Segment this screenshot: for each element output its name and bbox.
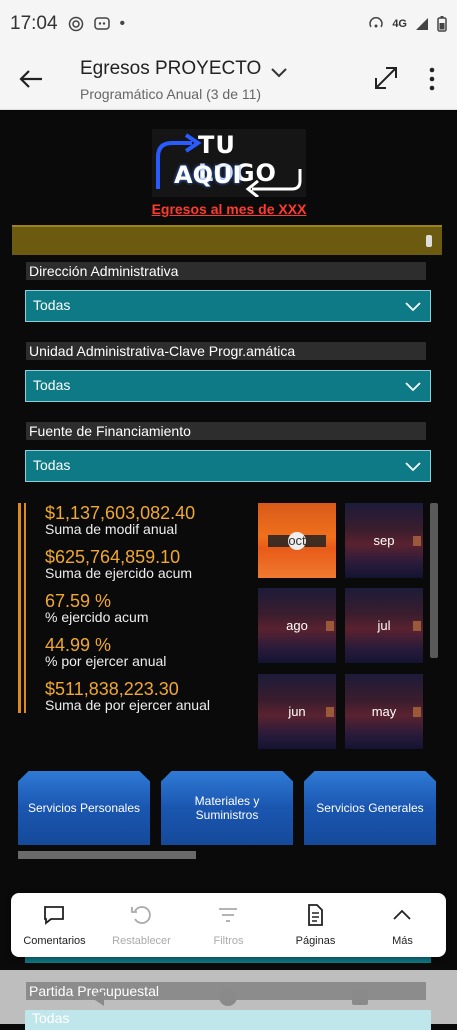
expand-icon[interactable] — [372, 64, 400, 92]
menu-label: Filtros — [213, 935, 244, 947]
kpi-label: % por ejercer anual — [45, 653, 167, 669]
app-icon — [93, 17, 110, 30]
comments-button[interactable]: Comentarios — [11, 893, 98, 957]
kpi-card: $1,137,603,082.40 Suma de modif anual $6… — [18, 503, 248, 713]
chevron-down-icon[interactable] — [268, 62, 290, 82]
header-band — [12, 225, 442, 255]
reset-icon — [131, 906, 151, 924]
category-button-servicios-generales[interactable]: Servicios Generales — [304, 771, 436, 845]
more-vert-icon[interactable] — [422, 66, 442, 92]
month-tile-jun[interactable]: jun — [258, 674, 336, 749]
dot-icon: • — [119, 15, 126, 32]
kpi-label: Suma de modif anual — [45, 521, 178, 537]
month-scrollbar[interactable] — [430, 503, 438, 658]
month-label: ago — [286, 618, 308, 633]
month-label: oct — [288, 533, 306, 548]
filter-value: Todas — [33, 297, 71, 313]
month-label: jul — [377, 618, 391, 633]
reset-button[interactable]: Restablecer — [98, 893, 185, 957]
chevron-down-icon — [405, 302, 421, 312]
report-canvas: TU LOGO AQUI Egresos al mes de XXX Direc… — [0, 111, 457, 1024]
status-bar: 17:04 • 4G — [0, 0, 457, 48]
logo: TU LOGO AQUI — [152, 129, 306, 199]
signal-icon — [416, 18, 428, 30]
chevron-down-icon — [405, 462, 421, 472]
chevron-up-icon — [393, 909, 411, 920]
filters-button[interactable]: Filtros — [185, 893, 272, 957]
menu-label: Restablecer — [112, 935, 171, 947]
status-right: 4G — [368, 16, 447, 32]
month-tile-ago[interactable]: ago — [258, 588, 336, 663]
category-button-materiales[interactable]: Materiales y Suministros — [161, 771, 293, 845]
page-subtitle: Programático Anual (3 de 11) — [80, 86, 262, 102]
filter-value: Todas — [33, 457, 71, 473]
pages-icon — [308, 904, 323, 926]
pages-button[interactable]: Páginas — [272, 893, 359, 957]
month-label: may — [371, 704, 397, 719]
category-label: Servicios Generales — [316, 801, 424, 815]
kpi-label: % ejercido acum — [45, 609, 149, 625]
nav-recents-icon[interactable] — [352, 989, 368, 1005]
notification-icons: • — [68, 15, 126, 33]
logo-line2: AQUI — [174, 161, 242, 189]
bottom-action-bar: Comentarios Restablecer Filtros Páginas … — [11, 893, 446, 957]
month-tile-oct[interactable]: oct — [258, 503, 336, 578]
filter-value: Todas — [33, 377, 71, 393]
filter-select-fuente[interactable]: Todas — [25, 450, 431, 482]
report-header-link[interactable]: Egresos al mes de XXX — [145, 201, 313, 217]
filter-label-unidad: Unidad Administrativa-Clave Progr.amátic… — [26, 342, 426, 360]
filter-select-partida[interactable]: Todas — [25, 1010, 431, 1030]
month-tile-jul[interactable]: jul — [345, 588, 423, 663]
fingerprint-icon — [68, 16, 83, 32]
band-scroll-knob[interactable] — [426, 235, 432, 247]
kpi-label: Suma de por ejercer anual — [45, 697, 210, 713]
month-label: sep — [373, 533, 395, 548]
filter-select-partial — [25, 957, 431, 963]
kpi-label: Suma de ejercido acum — [45, 565, 193, 581]
filter-label-direccion: Dirección Administrativa — [26, 262, 426, 280]
more-button[interactable]: Más — [359, 893, 446, 957]
filter-select-direccion[interactable]: Todas — [25, 290, 431, 322]
filter-label-fuente: Fuente de Financiamiento — [26, 422, 426, 440]
nav-back-icon[interactable] — [88, 988, 108, 1008]
category-label: Servicios Personales — [27, 801, 141, 815]
nav-home-icon[interactable] — [219, 988, 237, 1006]
category-button-servicios-personales[interactable]: Servicios Personales — [18, 771, 150, 845]
month-tile-sep[interactable]: sep — [345, 503, 423, 578]
filter-select-unidad[interactable]: Todas — [25, 370, 431, 402]
report-title[interactable]: Egresos PROYECTO — [80, 58, 261, 80]
category-scrollbar[interactable] — [18, 851, 196, 859]
kpi-accent-line — [24, 503, 26, 713]
hotspot-icon — [369, 17, 384, 28]
menu-label: Más — [392, 935, 413, 947]
month-tile-may[interactable]: may — [345, 674, 423, 749]
battery-icon — [437, 16, 447, 32]
menu-label: Comentarios — [23, 935, 86, 947]
category-label: Materiales y Suministros — [194, 794, 260, 822]
comment-icon — [44, 906, 64, 925]
back-arrow-icon[interactable] — [16, 64, 46, 94]
app-bar: Egresos PROYECTO Programático Anual (3 d… — [0, 48, 457, 110]
menu-label: Páginas — [295, 935, 336, 947]
filter-icon — [219, 908, 237, 922]
status-time: 17:04 — [10, 13, 58, 34]
network-type: 4G — [392, 18, 407, 30]
month-label: jun — [288, 704, 306, 719]
chevron-down-icon — [405, 382, 421, 392]
